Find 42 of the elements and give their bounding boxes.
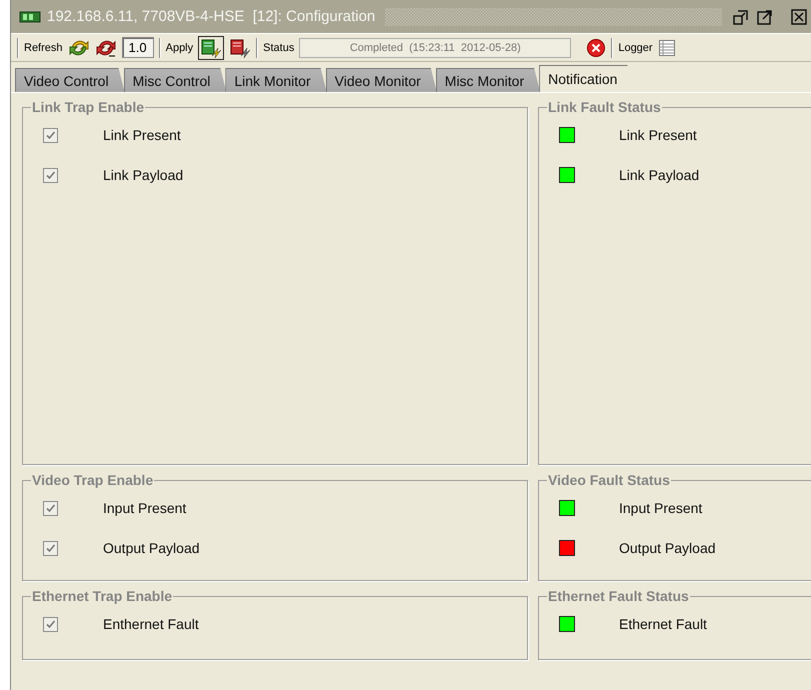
group-title: Ethernet Trap Enable (31, 588, 174, 604)
group-title: Link Trap Enable (31, 99, 146, 115)
error-icon (586, 38, 606, 58)
refresh-label: Refresh (24, 42, 63, 54)
interval-field[interactable]: 1.0 (122, 37, 154, 58)
checkbox[interactable] (43, 540, 58, 556)
item-label: Enthernet Fault (103, 616, 199, 632)
group-title: Video Trap Enable (31, 472, 154, 488)
chip-icon (200, 38, 222, 58)
tab[interactable]: Link Monitor (225, 68, 327, 92)
item-label: Link Present (619, 127, 697, 143)
group-title: Video Fault Status (547, 472, 671, 488)
item-label: Link Payload (619, 167, 700, 183)
undock-icon[interactable] (732, 8, 750, 26)
logger-label: Logger (618, 42, 653, 54)
item-label: Input Present (619, 500, 702, 516)
apply-button[interactable] (198, 36, 224, 60)
maximize-icon[interactable] (756, 8, 774, 26)
tab[interactable]: Misc Control (124, 68, 226, 92)
group-title: Ethernet Fault Status (547, 588, 690, 604)
close-icon[interactable] (790, 8, 808, 26)
status-field: Completed (15:23:11 2012-05-28) (299, 38, 572, 58)
window-title: 192.168.6.11, 7708VB-4-HSE [12]: Configuration (47, 8, 376, 25)
tab[interactable]: Video Monitor (326, 68, 437, 92)
apply-label: Apply (166, 42, 194, 54)
chip-icon[interactable] (229, 36, 252, 58)
checkbox[interactable] (43, 500, 58, 516)
checkbox[interactable] (43, 616, 58, 632)
table-icon[interactable] (658, 38, 676, 56)
group-title: Link Fault Status (547, 99, 662, 115)
tab[interactable]: Misc Monitor (436, 68, 540, 92)
item-label: Link Present (103, 127, 181, 143)
item-label: Input Present (103, 500, 186, 516)
item-label: Output Payload (619, 540, 716, 556)
item-label: Link Payload (103, 167, 184, 183)
checkbox[interactable] (43, 168, 58, 182)
item-label: Ethernet Fault (619, 616, 707, 632)
item-label: Output Payload (103, 540, 200, 556)
tab[interactable]: Video Control (15, 68, 125, 92)
card-icon (19, 10, 41, 22)
checkbox[interactable] (43, 128, 58, 142)
status-label: Status (263, 42, 294, 54)
